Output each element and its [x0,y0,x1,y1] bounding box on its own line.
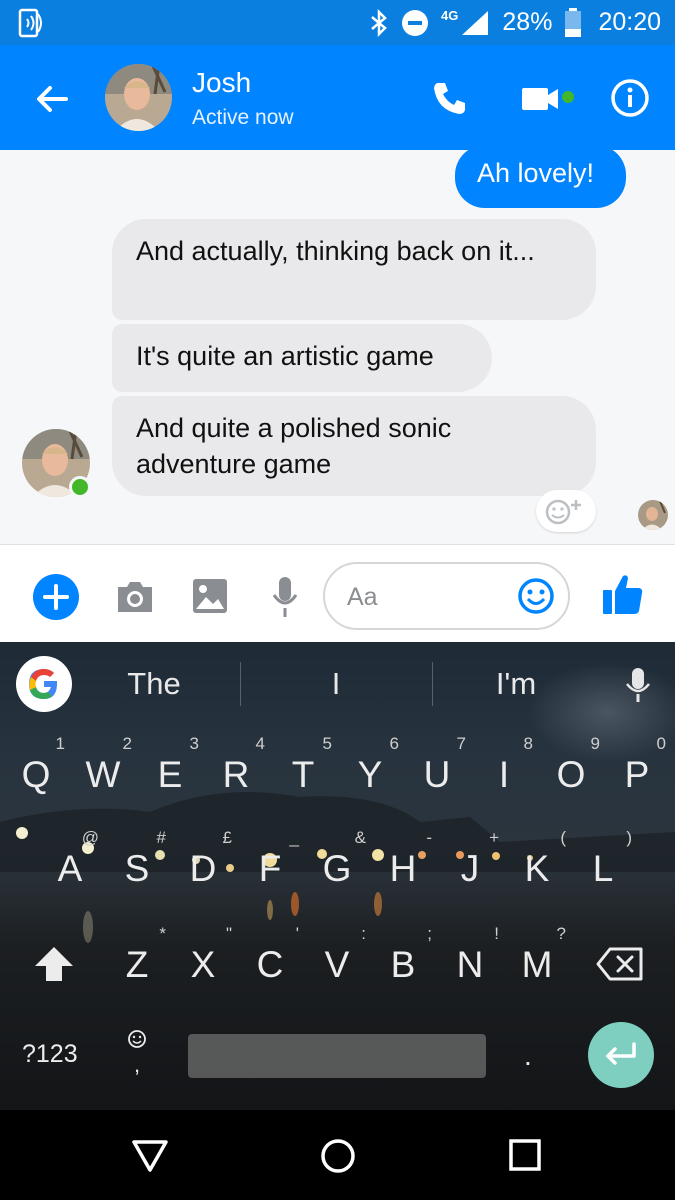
comma-label: , [133,1052,141,1077]
key-v[interactable]: :V [304,924,370,986]
clock: 20:20 [598,8,661,36]
microphone-icon[interactable] [270,575,300,619]
key-o[interactable]: 9O [538,734,604,796]
bluetooth-icon [371,8,387,37]
battery-icon [565,7,582,37]
suggestion-2[interactable]: I [256,666,416,702]
incoming-message[interactable]: And quite a polished sonic adventure gam… [112,396,596,496]
emoji-key-icon [128,1030,146,1048]
suggestion-strip: The I I'm [0,642,675,726]
message-composer: Aa [0,544,675,642]
message-input-placeholder: Aa [347,583,378,611]
emoji-icon[interactable] [517,577,555,615]
key-r[interactable]: 4R [203,734,269,796]
read-receipt-avatar [638,500,668,530]
suggestion-3[interactable]: I'm [436,666,596,702]
enter-icon [606,1042,636,1065]
key-d[interactable]: £ D [170,828,236,890]
system-navigation-bar [0,1110,675,1200]
key-h[interactable]: -H [370,828,436,890]
key-l[interactable]: ) L [570,828,636,890]
soft-keyboard: The I I'm 1Q 2W 3E 4R 5T 6Y 7U 8I 9O 0P … [0,642,675,1110]
message-list[interactable]: Ah lovely! And actually, thinking back o… [0,150,675,544]
signal-icon [462,10,489,35]
incoming-message[interactable]: It's quite an artistic game [112,324,492,392]
key-i[interactable]: 8I [471,734,537,796]
key-b[interactable]: ; B [370,924,436,986]
voice-input-icon[interactable] [624,667,652,703]
suggestion-divider [432,662,433,706]
camera-icon[interactable] [114,578,156,616]
shift-icon[interactable] [32,944,76,984]
suggestion-1[interactable]: The [74,666,234,702]
back-arrow-icon[interactable] [32,79,72,119]
space-bar[interactable] [188,1034,486,1078]
emoji-comma-key[interactable]: , [122,1028,152,1080]
add-reaction-button[interactable] [536,490,596,532]
status-bar: 4G 28% 20:20 [0,0,675,45]
key-n[interactable]: ! N [437,924,503,986]
nav-back-icon[interactable] [130,1138,170,1174]
key-g[interactable]: & G [304,828,370,890]
outgoing-message[interactable]: Ah lovely! [455,150,626,208]
contact-avatar[interactable] [105,64,172,131]
phone-icon[interactable] [430,78,470,118]
key-j[interactable]: + J [437,828,503,890]
nav-recents-icon[interactable] [508,1138,542,1172]
key-m[interactable]: ? M [504,924,570,986]
video-camera-icon[interactable] [520,81,576,117]
more-actions-button[interactable] [33,574,79,620]
key-a[interactable]: @ A [37,828,103,890]
key-s[interactable]: # S [104,828,170,890]
key-c[interactable]: ' C [237,924,303,986]
key-p[interactable]: 0P [604,734,670,796]
incoming-message[interactable]: And actually, thinking back on it... [112,219,596,320]
key-f[interactable]: _ F [237,828,303,890]
add-reaction-icon [545,499,581,525]
key-z[interactable]: * Z [104,924,170,986]
network-type-label: 4G [441,8,459,23]
plus-icon [43,584,69,610]
key-u[interactable]: 7U [404,734,470,796]
symbols-key[interactable]: ?123 [22,1040,78,1069]
battery-percent: 28% [502,8,553,36]
key-k[interactable]: (K [504,828,570,890]
key-t[interactable]: 5T [270,734,336,796]
contact-name[interactable]: Josh [192,67,251,99]
suggestion-divider [240,662,241,706]
key-e[interactable]: 3E [137,734,203,796]
key-y[interactable]: 6Y [337,734,403,796]
dnd-icon [402,9,429,36]
online-indicator [69,476,91,498]
google-icon [29,669,58,699]
key-x[interactable]: " X [170,924,236,986]
conversation-header: Josh Active now [0,45,675,150]
thumbs-up-icon[interactable] [602,572,644,616]
info-icon[interactable] [610,78,650,118]
nav-home-icon[interactable] [320,1138,356,1174]
google-search-button[interactable] [16,656,72,712]
contact-status: Active now [192,106,294,129]
key-q[interactable]: 1Q [3,734,69,796]
key-w[interactable]: 2W [70,734,136,796]
gallery-icon[interactable] [192,578,228,614]
nfc-icon [18,8,42,38]
backspace-icon[interactable] [596,946,644,982]
enter-key[interactable] [588,1022,654,1088]
period-key[interactable]: . [524,1040,532,1072]
